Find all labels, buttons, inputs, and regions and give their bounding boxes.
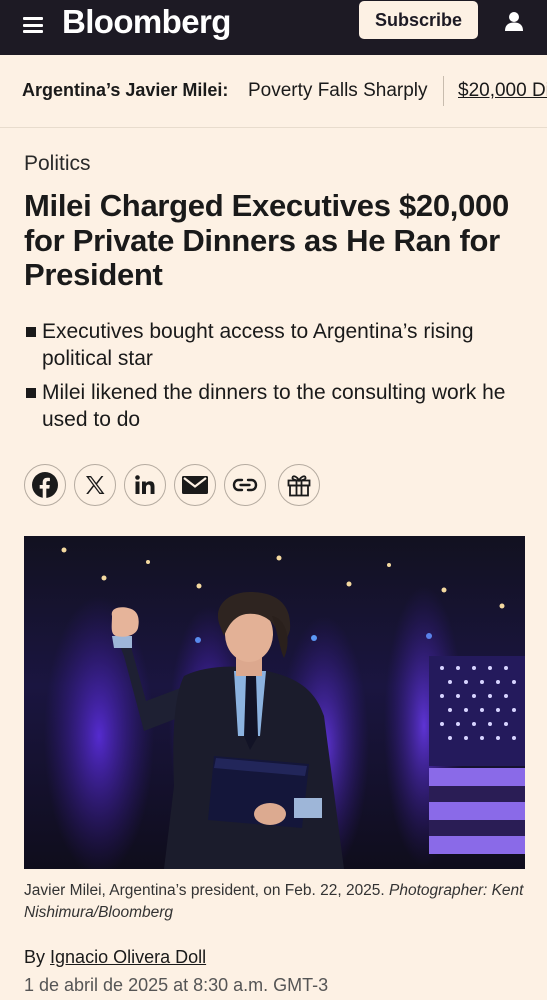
- copy-link-button[interactable]: [224, 464, 266, 506]
- link-icon: [232, 478, 258, 492]
- article-summary-list: Executives bought access to Argentina’s …: [24, 319, 529, 441]
- summary-bullet: Milei likened the dinners to the consult…: [24, 380, 529, 433]
- linkedin-icon: [135, 475, 155, 494]
- account-icon[interactable]: [503, 10, 525, 32]
- bullet-square-icon: [26, 388, 36, 398]
- author-link[interactable]: Ignacio Olivera Doll: [50, 947, 206, 967]
- ticker-label: Argentina’s Javier Milei:: [22, 80, 229, 100]
- x-icon: [86, 476, 105, 494]
- byline: By Ignacio Olivera Doll: [24, 947, 206, 968]
- ticker-link-dinners[interactable]: $20,000 Di: [458, 80, 547, 102]
- byline-prefix: By: [24, 947, 46, 967]
- share-email-button[interactable]: [174, 464, 216, 506]
- bullet-square-icon: [26, 327, 36, 337]
- top-nav-bar: Bloomberg Subscribe: [0, 0, 547, 55]
- article-category[interactable]: Politics: [24, 152, 91, 176]
- summary-text: Executives bought access to Argentina’s …: [42, 320, 474, 370]
- share-linkedin-button[interactable]: [124, 464, 166, 506]
- publish-date: 1 de abril de 2025 at 8:30 a.m. GMT-3: [24, 975, 329, 995]
- article-photo: [24, 536, 525, 869]
- ticker-divider: [443, 76, 444, 106]
- facebook-icon: [32, 472, 58, 498]
- gift-icon: [287, 475, 311, 497]
- photo-caption: Javier Milei, Argentina’s president, on …: [24, 880, 524, 924]
- trending-ticker: Argentina’s Javier Milei: Poverty Falls …: [0, 55, 547, 128]
- bloomberg-logo[interactable]: Bloomberg: [62, 2, 231, 42]
- share-facebook-button[interactable]: [24, 464, 66, 506]
- menu-icon[interactable]: [23, 17, 43, 33]
- caption-text: Javier Milei, Argentina’s president, on …: [24, 882, 385, 899]
- ticker-link-poverty[interactable]: Poverty Falls Sharply: [248, 80, 428, 102]
- subscribe-button[interactable]: Subscribe: [359, 1, 478, 39]
- article-headline: Milei Charged Executives $20,000 for Pri…: [24, 188, 509, 292]
- milei-photo-illustration: [24, 536, 525, 869]
- gift-article-button[interactable]: [278, 464, 320, 506]
- share-x-button[interactable]: [74, 464, 116, 506]
- summary-bullet: Executives bought access to Argentina’s …: [24, 319, 529, 372]
- summary-text: Milei likened the dinners to the consult…: [42, 381, 506, 431]
- email-icon: [182, 476, 208, 494]
